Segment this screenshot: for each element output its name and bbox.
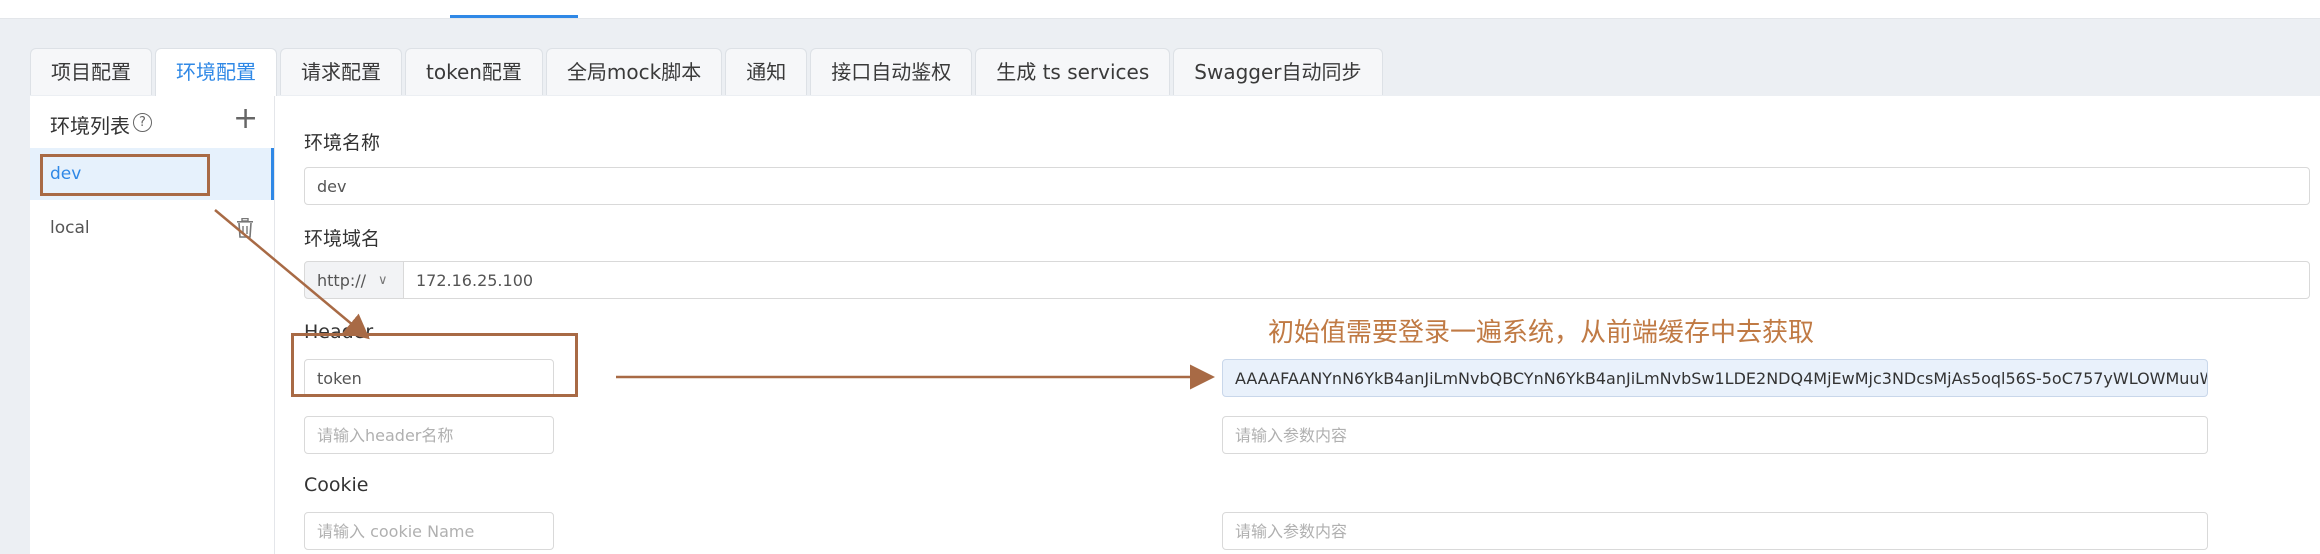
header-value-placeholder-input[interactable]: 请输入参数内容 [1222, 416, 2208, 454]
tab-request-config[interactable]: 请求配置 [280, 48, 402, 95]
protocol-value: http:// [317, 271, 367, 290]
annotation-box-header [291, 333, 578, 397]
tab-token-config[interactable]: token配置 [405, 48, 543, 95]
env-item-label: local [50, 218, 90, 238]
tab-project-config[interactable]: 项目配置 [30, 48, 152, 95]
add-env-icon[interactable]: + [233, 104, 258, 134]
header-value-input[interactable]: AAAAFAANYnN6YkB4anJiLmNvbQBCYnN6YkB4anJi… [1222, 359, 2208, 397]
cookie-name-input[interactable]: 请输入 cookie Name [304, 512, 554, 550]
domain-input[interactable]: 172.16.25.100 [403, 261, 2310, 299]
protocol-select[interactable]: http:// ∨ [304, 261, 404, 299]
cookie-value-input[interactable]: 请输入参数内容 [1222, 512, 2208, 550]
env-item-local[interactable]: local [30, 202, 274, 254]
chevron-down-icon: ∨ [378, 273, 388, 288]
tab-global-mock-script[interactable]: 全局mock脚本 [545, 48, 723, 95]
top-bar [0, 0, 2320, 19]
env-name-input[interactable]: dev [304, 167, 2310, 205]
tab-generate-ts-services[interactable]: 生成 ts services [975, 48, 1171, 95]
help-icon[interactable]: ? [133, 113, 152, 132]
header-name-placeholder-input[interactable]: 请输入header名称 [304, 416, 554, 454]
annotation-note: 初始值需要登录一遍系统，从前端缓存中去获取 [1268, 318, 1815, 348]
env-list-title: 环境列表 [50, 114, 130, 138]
top-nav-active-indicator [450, 15, 578, 18]
cookie-label: Cookie [304, 474, 369, 496]
config-tabs: 项目配置 环境配置 请求配置 token配置 全局mock脚本 通知 接口自动鉴… [30, 48, 1386, 97]
tab-env-config[interactable]: 环境配置 [155, 48, 277, 97]
tab-api-auto-auth[interactable]: 接口自动鉴权 [810, 48, 973, 95]
tab-swagger-auto-sync[interactable]: Swagger自动同步 [1173, 48, 1383, 95]
annotation-box-dev [40, 154, 210, 196]
trash-icon[interactable] [236, 218, 254, 238]
env-name-label: 环境名称 [304, 132, 381, 154]
env-config-panel: 环境列表 ? + dev local 环境名称 dev 环境域名 http://… [30, 96, 2320, 554]
env-domain-label: 环境域名 [304, 228, 381, 250]
tab-notification[interactable]: 通知 [725, 48, 808, 95]
